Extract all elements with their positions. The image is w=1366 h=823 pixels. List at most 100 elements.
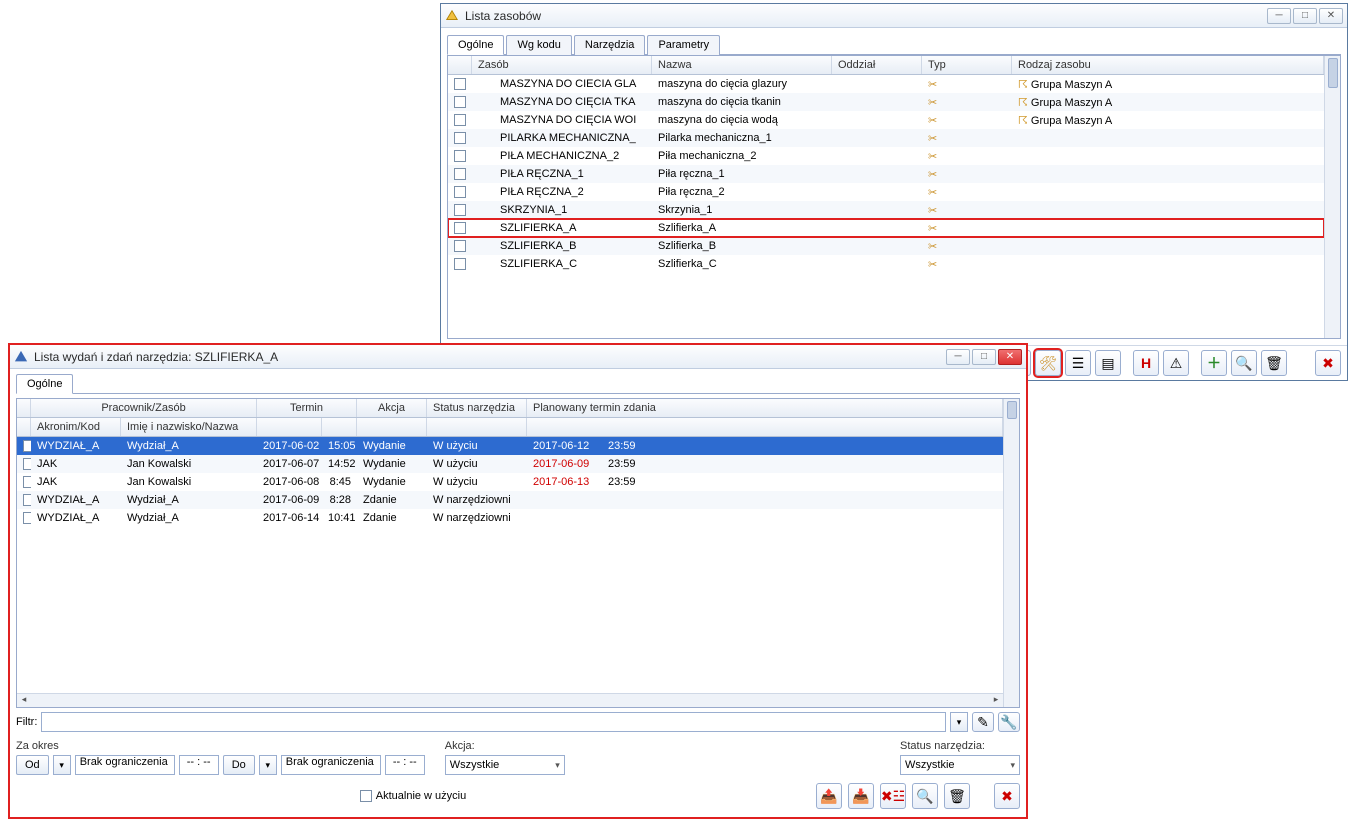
od-date[interactable]: Brak ograniczenia bbox=[75, 755, 175, 775]
od-dropdown[interactable]: ▾ bbox=[53, 755, 71, 775]
hscrollbar[interactable]: ◂▸ bbox=[17, 693, 1003, 707]
resource-row[interactable]: SZLIFIERKA_ASzlifierka_A✂ bbox=[448, 219, 1324, 237]
export-button[interactable]: 📤 bbox=[816, 783, 842, 809]
tab-ogolne[interactable]: Ogólne bbox=[16, 374, 73, 394]
history-button[interactable]: H bbox=[1133, 350, 1159, 376]
resource-row[interactable]: SZLIFIERKA_CSzlifierka_C✂ bbox=[448, 255, 1324, 273]
detail-row[interactable]: WYDZIAŁ_AWydział_A2017-06-098:28ZdanieW … bbox=[17, 491, 1003, 509]
col-zasob[interactable]: Zasób bbox=[472, 56, 652, 74]
inuse-checkbox[interactable] bbox=[360, 790, 372, 802]
resource-row[interactable]: PIŁA RĘCZNA_2Piła ręczna_2✂ bbox=[448, 183, 1324, 201]
maximize-button[interactable]: □ bbox=[1293, 8, 1317, 24]
status-combo[interactable]: Wszystkie bbox=[900, 755, 1020, 775]
detail-grid-body[interactable]: WYDZIAŁ_AWydział_A2017-06-0215:05Wydanie… bbox=[17, 437, 1003, 693]
row-checkbox[interactable] bbox=[23, 440, 31, 452]
resource-row[interactable]: SKRZYNIA_1Skrzynia_1✂ bbox=[448, 201, 1324, 219]
col-nazwa[interactable]: Nazwa bbox=[652, 56, 832, 74]
row-checkbox[interactable] bbox=[454, 114, 466, 126]
od-button[interactable]: Od bbox=[16, 755, 49, 775]
row-checkbox[interactable] bbox=[454, 96, 466, 108]
do-dropdown[interactable]: ▾ bbox=[259, 755, 277, 775]
detail-row[interactable]: JAKJan Kowalski2017-06-0714:52WydanieW u… bbox=[17, 455, 1003, 473]
od-time[interactable]: -- : -- bbox=[179, 755, 219, 775]
col-akronim[interactable]: Akronim/Kod bbox=[31, 418, 121, 436]
resource-row[interactable]: MASZYNA DO CIĘCIA TKAmaszyna do cięcia t… bbox=[448, 93, 1324, 111]
row-checkbox[interactable] bbox=[23, 458, 31, 470]
do-date[interactable]: Brak ograniczenia bbox=[281, 755, 381, 775]
cell-plan-time bbox=[602, 499, 1003, 501]
row-checkbox[interactable] bbox=[23, 494, 31, 506]
col-status[interactable]: Status narzędzia bbox=[427, 399, 527, 417]
search-button[interactable]: 🔍 bbox=[1231, 350, 1257, 376]
resources-window: Lista zasobów ─ □ ✕ Ogólne Wg kodu Narzę… bbox=[440, 3, 1348, 381]
resource-row[interactable]: PIŁA MECHANICZNA_2Piła mechaniczna_2✂ bbox=[448, 147, 1324, 165]
minimize-button[interactable]: ─ bbox=[1267, 8, 1291, 24]
resource-row[interactable]: MASZYNA DO CIĘCIA WOImaszyna do cięcia w… bbox=[448, 111, 1324, 129]
delete-button[interactable]: 🗑 bbox=[1261, 350, 1287, 376]
minimize-button[interactable]: ─ bbox=[946, 349, 970, 365]
tab-narzedzia[interactable]: Narzędzia bbox=[574, 35, 646, 55]
resource-row[interactable]: SZLIFIERKA_BSzlifierka_B✂ bbox=[448, 237, 1324, 255]
col-oddzial[interactable]: Oddział bbox=[832, 56, 922, 74]
detail-grid: Pracownik/Zasób Termin Akcja Status narz… bbox=[16, 398, 1020, 708]
close-toolbar-button[interactable]: ✖ bbox=[1315, 350, 1341, 376]
resources-grid-body[interactable]: MASZYNA DO CIECIA GLAmaszyna do cięcia g… bbox=[448, 75, 1324, 338]
delete-button[interactable]: 🗑 bbox=[944, 783, 970, 809]
row-checkbox[interactable] bbox=[454, 204, 466, 216]
import-button[interactable]: 📥 bbox=[848, 783, 874, 809]
filter-edit-button[interactable]: ✎ bbox=[972, 712, 994, 732]
resource-row[interactable]: PIŁA RĘCZNA_1Piła ręczna_1✂ bbox=[448, 165, 1324, 183]
search-button[interactable]: 🔍 bbox=[912, 783, 938, 809]
row-checkbox[interactable] bbox=[454, 150, 466, 162]
warning-button[interactable]: ⚠ bbox=[1163, 350, 1189, 376]
resources-titlebar[interactable]: Lista zasobów ─ □ ✕ bbox=[441, 4, 1347, 28]
do-button[interactable]: Do bbox=[223, 755, 255, 775]
filter-input[interactable] bbox=[41, 712, 946, 732]
cell-akronim: JAK bbox=[31, 457, 121, 471]
row-checkbox[interactable] bbox=[454, 240, 466, 252]
col-typ[interactable]: Typ bbox=[922, 56, 1012, 74]
detail-row[interactable]: WYDZIAŁ_AWydział_A2017-06-0215:05Wydanie… bbox=[17, 437, 1003, 455]
resource-row[interactable]: MASZYNA DO CIECIA GLAmaszyna do cięcia g… bbox=[448, 75, 1324, 93]
colgroup-pracownik[interactable]: Pracownik/Zasób bbox=[31, 399, 257, 417]
do-time[interactable]: -- : -- bbox=[385, 755, 425, 775]
cell-rodzaj bbox=[1012, 173, 1324, 175]
detail-titlebar[interactable]: Lista wydań i zdań narzędzia: SZLIFIERKA… bbox=[10, 345, 1026, 369]
add-button[interactable]: ＋ bbox=[1201, 350, 1227, 376]
tab-parametry[interactable]: Parametry bbox=[647, 35, 720, 55]
maximize-button[interactable]: □ bbox=[972, 349, 996, 365]
row-checkbox[interactable] bbox=[454, 222, 466, 234]
excel-button[interactable]: ✖☳ bbox=[880, 783, 906, 809]
close-button[interactable]: ✖ bbox=[994, 783, 1020, 809]
col-plan[interactable]: Planowany termin zdania bbox=[527, 399, 1003, 417]
list-button[interactable]: ☰ bbox=[1065, 350, 1091, 376]
row-checkbox[interactable] bbox=[454, 258, 466, 270]
row-checkbox[interactable] bbox=[454, 132, 466, 144]
row-checkbox[interactable] bbox=[454, 168, 466, 180]
close-button[interactable]: ✕ bbox=[998, 349, 1022, 365]
filter-apply-button[interactable]: 🔧 bbox=[998, 712, 1020, 732]
col-akcja[interactable]: Akcja bbox=[357, 399, 427, 417]
gantt-button[interactable]: ▤ bbox=[1095, 350, 1121, 376]
col-imie[interactable]: Imię i nazwisko/Nazwa bbox=[121, 418, 257, 436]
col-rodzaj[interactable]: Rodzaj zasobu bbox=[1012, 56, 1324, 74]
detail-row[interactable]: WYDZIAŁ_AWydział_A2017-06-1410:41ZdanieW… bbox=[17, 509, 1003, 527]
tools-button[interactable]: 🛠 bbox=[1035, 350, 1061, 376]
tab-ogolne[interactable]: Ogólne bbox=[447, 35, 504, 55]
detail-row[interactable]: JAKJan Kowalski2017-06-088:45WydanieW uż… bbox=[17, 473, 1003, 491]
row-checkbox[interactable] bbox=[454, 186, 466, 198]
akcja-combo[interactable]: Wszystkie bbox=[445, 755, 565, 775]
vscrollbar[interactable] bbox=[1003, 399, 1019, 707]
row-checkbox[interactable] bbox=[23, 512, 31, 524]
filter-dropdown[interactable]: ▾ bbox=[950, 712, 968, 732]
tab-wgkodu[interactable]: Wg kodu bbox=[506, 35, 571, 55]
col-termin[interactable]: Termin bbox=[257, 399, 357, 417]
resource-row[interactable]: PILARKA MECHANICZNA_Pilarka mechaniczna_… bbox=[448, 129, 1324, 147]
vscrollbar[interactable] bbox=[1324, 56, 1340, 338]
cell-oddzial bbox=[832, 209, 922, 211]
close-button[interactable]: ✕ bbox=[1319, 8, 1343, 24]
row-checkbox[interactable] bbox=[454, 78, 466, 90]
row-checkbox[interactable] bbox=[23, 476, 31, 488]
status-group: Status narzędzia: Wszystkie bbox=[900, 740, 1020, 775]
cell-oddzial bbox=[832, 119, 922, 121]
